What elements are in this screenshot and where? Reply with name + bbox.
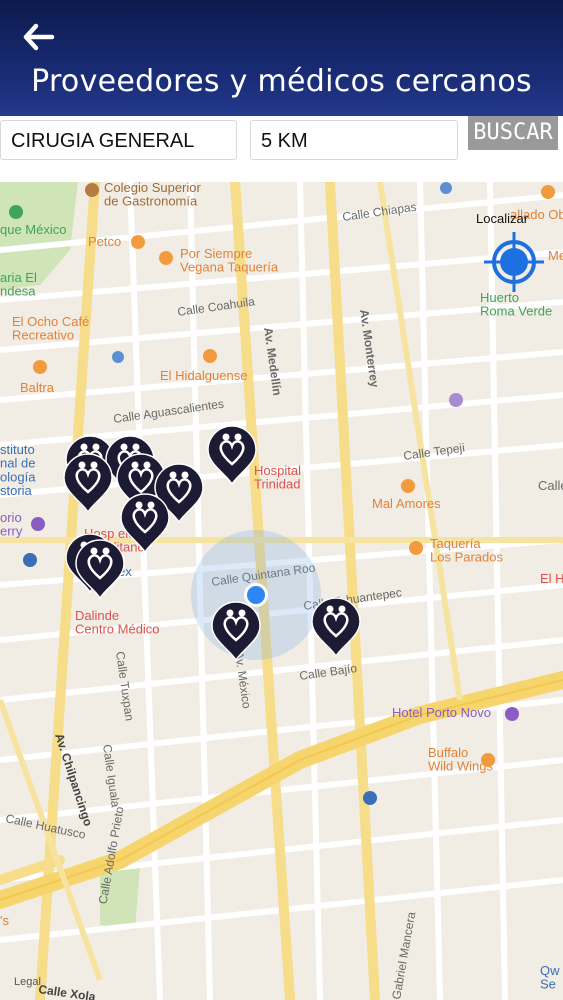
poi-label: 's [0, 913, 9, 928]
poi-label: stituto nal de ología storia [0, 442, 36, 498]
shop-icon [131, 235, 145, 249]
page-title: Proveedores y médicos cercanos [31, 64, 532, 99]
locate-label: Localizar [476, 211, 529, 226]
hotel-icon [505, 707, 519, 721]
transit-icon [440, 182, 452, 194]
park-icon [9, 205, 23, 219]
back-arrow-icon[interactable] [22, 22, 56, 52]
poi-label: Hotel Porto Novo [392, 705, 491, 720]
legal-link[interactable]: Legal [14, 976, 41, 988]
poi-label: El H [540, 571, 563, 586]
search-button[interactable]: BUSCAR [468, 116, 558, 150]
user-location-dot [247, 586, 265, 604]
poi-label: Colegio Superior de Gastronomía [104, 182, 202, 209]
restaurant-icon [159, 251, 173, 265]
shop-icon [31, 517, 45, 531]
radius-field[interactable]: 5 KM [250, 120, 458, 160]
map-view[interactable]: Calle Chiapas Calle Coahuila Calle Aguas… [0, 182, 563, 1000]
poi-label: que México [0, 222, 66, 237]
school-icon [85, 183, 99, 197]
bank-icon [23, 553, 37, 567]
poi-label: Calle [538, 478, 563, 493]
poi-label: aria El ndesa [0, 270, 37, 299]
poi-label: Me [548, 248, 563, 263]
poi-label: Petco [88, 234, 121, 249]
shop-icon [449, 393, 463, 407]
restaurant-icon [541, 185, 555, 199]
poi-label: Mal Amores [372, 496, 441, 511]
restaurant-icon [33, 360, 47, 374]
gas-station-icon [363, 791, 377, 805]
restaurant-icon [409, 541, 423, 555]
poi-label: Baltra [20, 380, 55, 395]
poi-label: El Hidalguense [160, 368, 247, 383]
search-bar: CIRUGIA GENERAL 5 KM BUSCAR [0, 116, 563, 182]
app-header: Proveedores y médicos cercanos [0, 0, 563, 116]
transit-icon [112, 351, 124, 363]
restaurant-icon [203, 349, 217, 363]
restaurant-icon [401, 479, 415, 493]
poi-label: orio erry [0, 510, 23, 539]
restaurant-icon [481, 753, 495, 767]
map-canvas[interactable]: Calle Chiapas Calle Coahuila Calle Aguas… [0, 182, 563, 1000]
specialty-field[interactable]: CIRUGIA GENERAL [0, 120, 237, 160]
poi-label: Hospital Trinidad [254, 463, 301, 492]
